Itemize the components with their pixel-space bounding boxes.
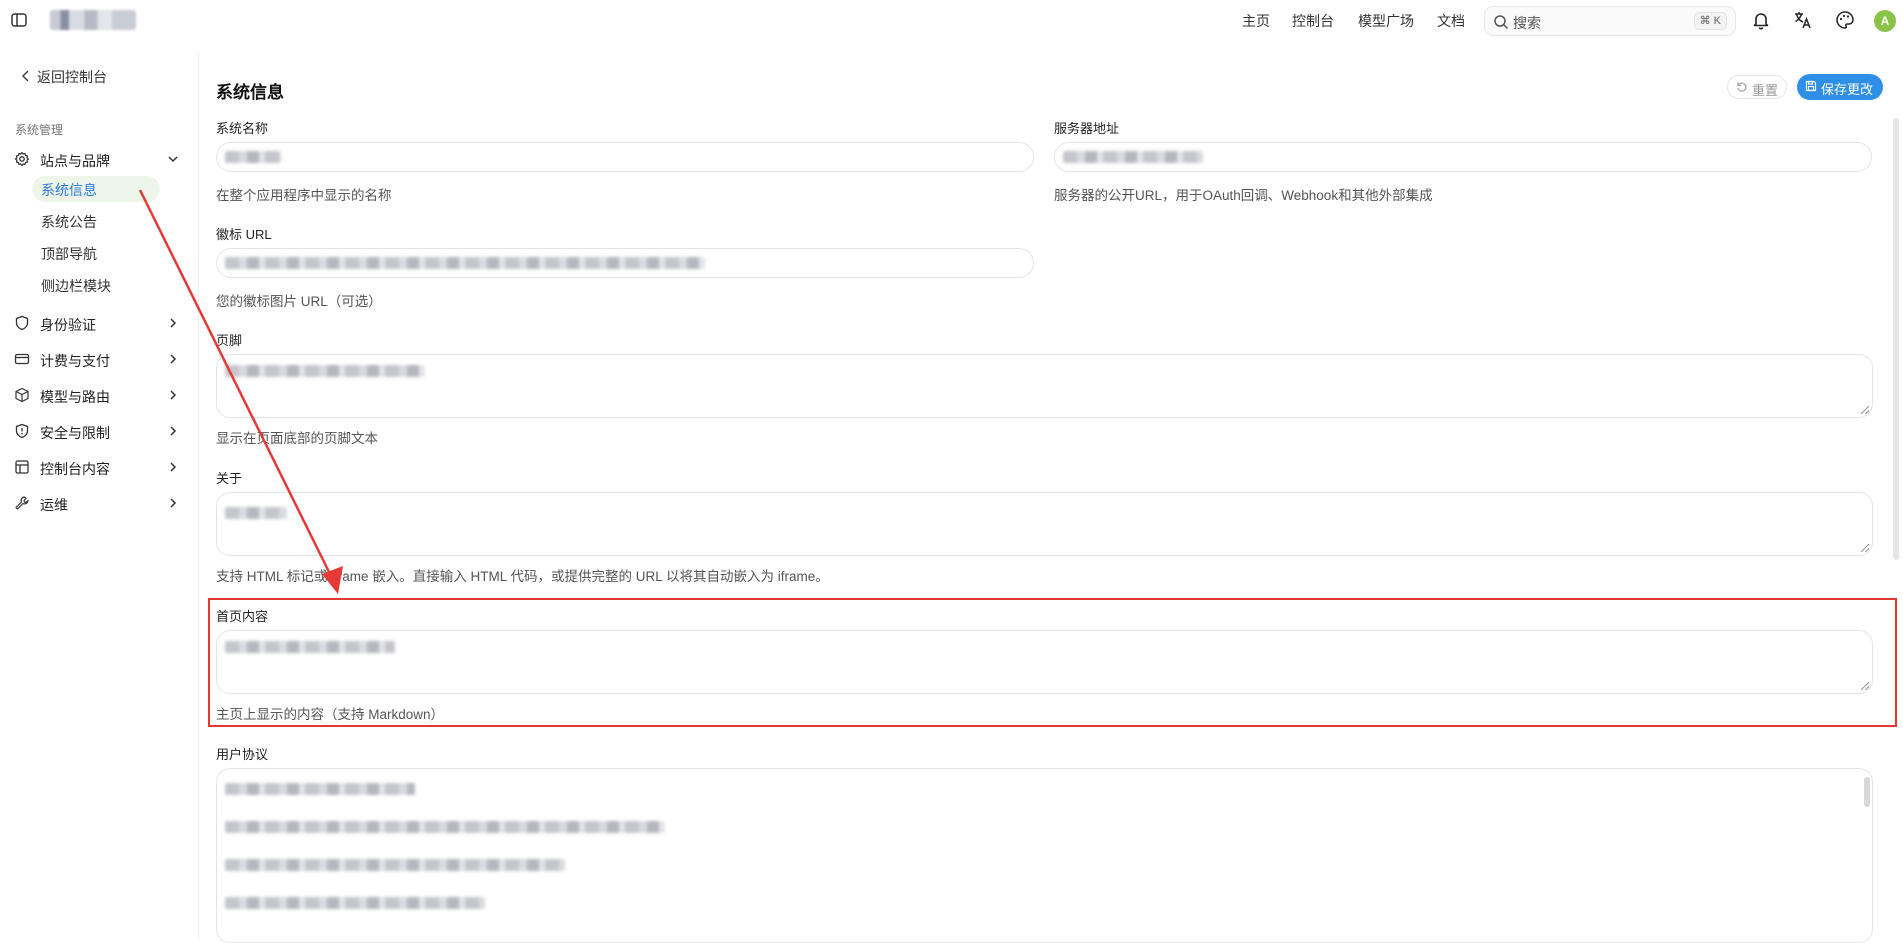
annotation-arrow <box>138 189 343 594</box>
